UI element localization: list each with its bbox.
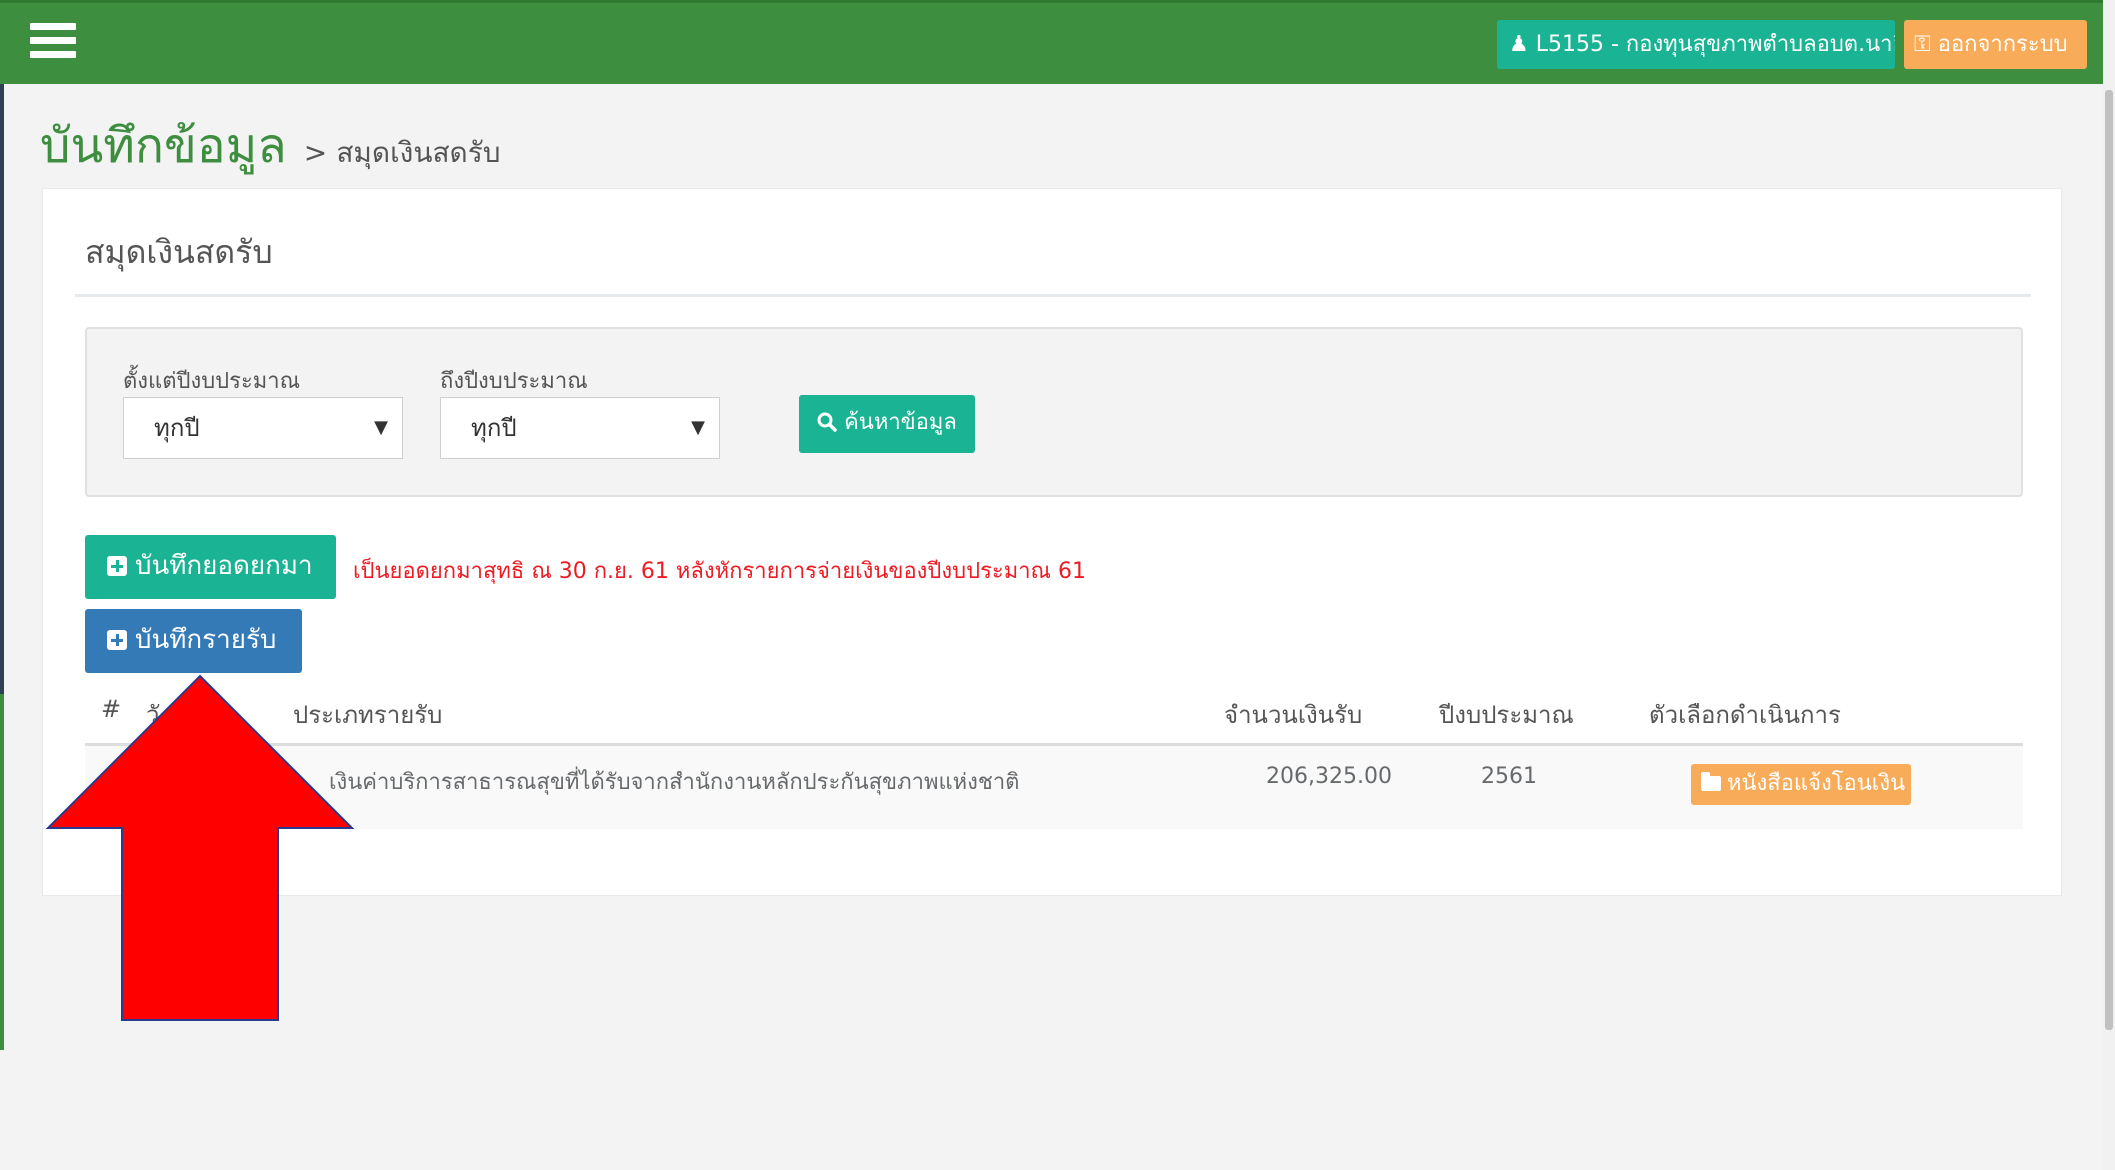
caret-down-icon: ▼ xyxy=(374,417,388,438)
carry-forward-note: เป็นยอดยกมาสุทธิ ณ 30 ก.ย. 61 หลังหักราย… xyxy=(353,559,1086,584)
panel-divider xyxy=(75,294,2031,297)
filter-box: ตั้งแต่ปีงบประมาณ ทุกปี ▼ ถึงปีงบประมาณ … xyxy=(85,327,2023,497)
plus-square-icon xyxy=(107,630,127,650)
column-header-index: # xyxy=(101,695,122,723)
column-header-date: วั xyxy=(146,701,160,729)
add-income-label: บันทึกรายรับ xyxy=(135,625,277,655)
left-accent-green xyxy=(0,694,4,1050)
breadcrumb: บันทึกข้อมูล > สมุดเงินสดรับ xyxy=(40,108,501,184)
carry-forward-label: บันทึกยอดยกมา xyxy=(135,551,313,581)
column-header-type: ประเภทรายรับ xyxy=(293,701,443,729)
content-panel: สมุดเงินสดรับ ตั้งแต่ปีงบประมาณ ทุกปี ▼ … xyxy=(42,188,2062,896)
logout-button[interactable]: ⚿ ออกจากระบบ xyxy=(1904,20,2087,69)
logout-label: ออกจากระบบ xyxy=(1937,32,2068,57)
page-title: บันทึกข้อมูล xyxy=(40,118,287,174)
add-income-button[interactable]: บันทึกรายรับ xyxy=(85,609,302,673)
top-navbar: ♟ L5155 - กองทุนสุขภาพตำบลอบต.นาฮี ⚿ ออก… xyxy=(0,0,2103,84)
user-icon: ♟ xyxy=(1509,32,1529,57)
transfer-notice-button[interactable]: หนังสือแจ้งโอนเงิน xyxy=(1691,764,1911,805)
search-button[interactable]: ค้นหาข้อมูล xyxy=(799,395,975,453)
to-year-select[interactable]: ทุกปี ▼ xyxy=(440,397,720,459)
caret-down-icon: ▼ xyxy=(691,417,705,438)
row-year: 2561 xyxy=(1481,764,1537,789)
row-income-type: เงินค่าบริการสาธารณสุขที่ได้รับจากสำนักง… xyxy=(329,770,1020,795)
page-scrollbar[interactable] xyxy=(2103,0,2115,1170)
column-header-year: ปีงบประมาณ xyxy=(1439,701,1574,729)
table-row: เงินค่าบริการสาธารณสุขที่ได้รับจากสำนักง… xyxy=(85,746,2023,829)
breadcrumb-current: สมุดเงินสดรับ xyxy=(336,136,501,169)
hamburger-menu-icon[interactable] xyxy=(30,23,76,63)
user-account-button[interactable]: ♟ L5155 - กองทุนสุขภาพตำบลอบต.นาฮี xyxy=(1497,20,1895,69)
from-year-select[interactable]: ทุกปี ▼ xyxy=(123,397,403,459)
user-account-label: L5155 - กองทุนสุขภาพตำบลอบต.นาฮี xyxy=(1535,32,1895,57)
breadcrumb-separator: > xyxy=(303,136,328,169)
left-accent-dark xyxy=(0,84,4,694)
row-amount: 206,325.00 xyxy=(1266,764,1392,789)
to-year-label: ถึงปีงบประมาณ xyxy=(440,369,588,394)
from-year-value: ทุกปี xyxy=(154,414,200,442)
search-icon xyxy=(817,412,837,432)
app-frame: ♟ L5155 - กองทุนสุขภาพตำบลอบต.นาฮี ⚿ ออก… xyxy=(0,0,2115,1170)
from-year-label: ตั้งแต่ปีงบประมาณ xyxy=(123,369,301,394)
to-year-value: ทุกปี xyxy=(471,414,517,442)
plus-square-icon xyxy=(107,556,127,576)
column-header-options: ตัวเลือกดำเนินการ xyxy=(1649,701,1841,729)
column-header-amount: จำนวนเงินรับ xyxy=(1224,701,1363,729)
scrollbar-thumb[interactable] xyxy=(2105,90,2113,1030)
search-button-label: ค้นหาข้อมูล xyxy=(844,410,957,435)
folder-icon xyxy=(1701,772,1721,791)
carry-forward-button[interactable]: บันทึกยอดยกมา xyxy=(85,535,336,599)
panel-title: สมุดเงินสดรับ xyxy=(85,233,273,271)
key-icon: ⚿ xyxy=(1914,32,1931,57)
transfer-notice-label: หนังสือแจ้งโอนเงิน xyxy=(1727,771,1906,796)
